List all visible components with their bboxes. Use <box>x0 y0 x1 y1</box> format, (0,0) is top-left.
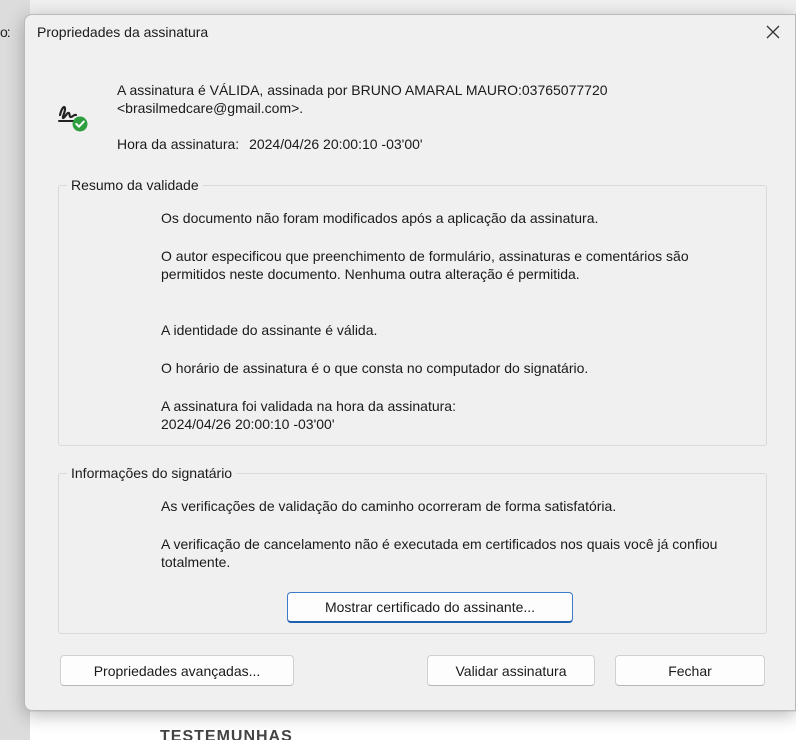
validity-item-validated-time: 2024/04/26 20:00:10 -03'00' <box>161 416 335 432</box>
background-partial-text: o: <box>0 24 11 40</box>
advanced-properties-button[interactable]: Propriedades avançadas... <box>60 655 294 686</box>
signer-info-title: Informações do signatário <box>67 464 237 482</box>
background-document-text: TESTEMUNHAS <box>160 728 293 740</box>
validity-summary-group: Resumo da validade Os documento não fora… <box>58 176 767 446</box>
validate-signature-button[interactable]: Validar assinatura <box>427 655 595 686</box>
validity-item-unmodified: Os documento não foram modificados após … <box>161 210 599 226</box>
close-button[interactable] <box>751 15 795 49</box>
signature-time-value: 2024/04/26 20:00:10 -03'00' <box>249 136 423 152</box>
show-signer-certificate-button[interactable]: Mostrar certificado do assinante... <box>287 592 573 623</box>
validity-item-validated-at: A assinatura foi validada na hora da ass… <box>161 398 456 414</box>
close-icon <box>766 25 780 39</box>
signer-item-path-validation: As verificações de validação do caminho … <box>161 498 617 514</box>
dialog-title: Propriedades da assinatura <box>37 24 209 40</box>
dialog-titlebar: Propriedades da assinatura <box>25 15 795 49</box>
signature-status-text: A assinatura é VÁLIDA, assinada por BRUN… <box>117 82 608 116</box>
validity-item-signing-time: O horário de assinatura é o que consta n… <box>161 360 589 376</box>
signature-time: Hora da assinatura: 2024/04/26 20:00:10 … <box>117 135 423 153</box>
validity-summary-title: Resumo da validade <box>67 176 203 194</box>
validity-item-identity: A identidade do assinante é válida. <box>161 322 378 338</box>
signer-item-revocation: A verificação de cancelamento não é exec… <box>161 536 718 570</box>
close-dialog-button[interactable]: Fechar <box>615 655 765 686</box>
background-document <box>30 712 796 740</box>
signature-valid-icon <box>58 105 88 132</box>
validity-item-permissions: O autor especificou que preenchimento de… <box>161 248 689 282</box>
signature-properties-dialog: Propriedades da assinatura A assinatura … <box>24 14 796 711</box>
signature-time-label: Hora da assinatura: <box>117 136 240 152</box>
